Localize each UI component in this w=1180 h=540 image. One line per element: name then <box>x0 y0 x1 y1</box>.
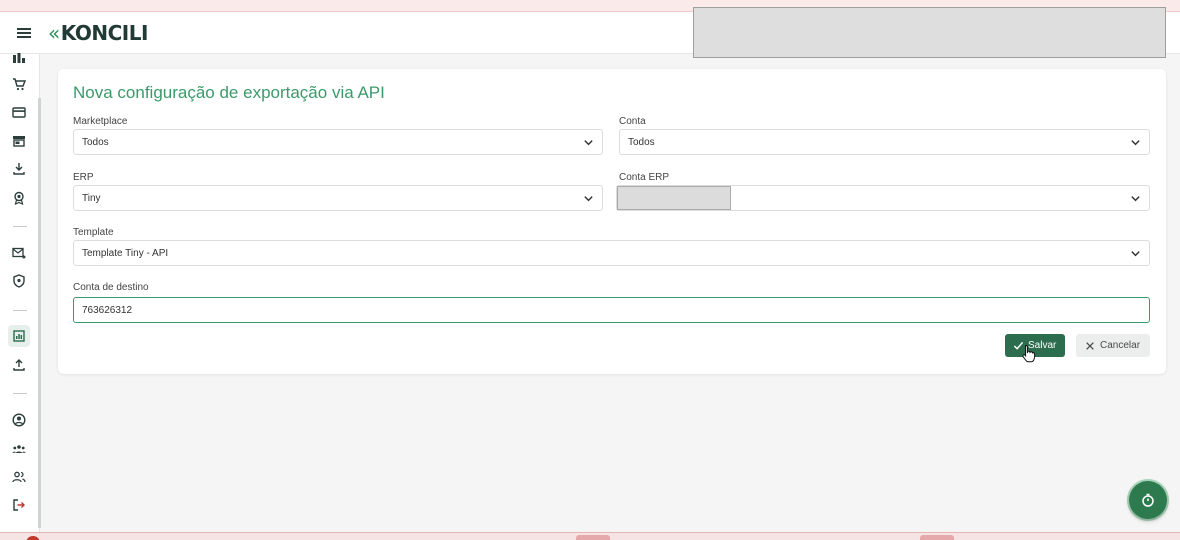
sidebar <box>0 53 41 532</box>
sidebar-divider <box>13 310 27 311</box>
chevron-down-icon <box>1131 140 1140 146</box>
conta-destino-value: 763626312 <box>82 305 133 316</box>
browser-bottom-strip <box>0 532 1180 540</box>
app-header: «KONCILI <box>0 7 1180 58</box>
marketplace-select[interactable]: Todos <box>73 129 603 155</box>
conta-destino-input[interactable]: 763626312 <box>73 297 1150 323</box>
cancel-button[interactable]: Cancelar <box>1076 334 1150 357</box>
erp-select[interactable]: Tiny <box>73 185 603 211</box>
hand-cursor-icon <box>1022 344 1036 363</box>
cart-icon[interactable] <box>11 76 27 92</box>
sidebar-divider <box>13 226 27 227</box>
download-icon[interactable] <box>11 161 27 177</box>
redacted-area <box>693 7 1166 58</box>
stopwatch-icon <box>1142 493 1154 507</box>
logo-text: KONCILI <box>60 21 149 45</box>
bar-chart-icon[interactable] <box>11 50 27 66</box>
erp-value: Tiny <box>82 193 101 204</box>
cancel-label: Cancelar <box>1100 340 1141 351</box>
award-icon[interactable] <box>11 190 27 206</box>
timer-fab-button[interactable] <box>1129 481 1167 519</box>
logo-chevrons: « <box>48 21 60 45</box>
template-select[interactable]: Template Tiny - API <box>73 240 1150 266</box>
user-circle-icon[interactable] <box>11 412 27 428</box>
chevron-down-icon <box>1131 251 1140 257</box>
conta-value: Todos <box>628 137 655 148</box>
chevron-down-icon <box>1131 196 1140 202</box>
group-icon[interactable] <box>11 441 27 457</box>
taskbar-item <box>920 535 954 540</box>
template-label: Template <box>73 227 114 238</box>
shield-icon[interactable] <box>11 273 27 289</box>
credit-card-icon[interactable] <box>11 104 27 120</box>
close-icon <box>1086 341 1094 350</box>
template-value: Template Tiny - API <box>82 248 169 259</box>
marketplace-value: Todos <box>82 137 109 148</box>
conta-erp-label: Conta ERP <box>619 172 670 183</box>
sidebar-divider <box>13 393 27 394</box>
taskbar-icon <box>26 536 40 540</box>
export-config-card: Nova configuração de exportação via API … <box>58 69 1166 374</box>
report-icon[interactable] <box>8 325 30 347</box>
conta-destino-label: Conta de destino <box>73 282 149 293</box>
conta-erp-select[interactable] <box>616 185 1150 211</box>
logout-icon[interactable] <box>11 497 27 513</box>
store-icon[interactable] <box>11 133 27 149</box>
chevron-down-icon <box>584 140 593 146</box>
mail-forward-icon[interactable] <box>11 245 27 261</box>
users-icon[interactable] <box>11 469 27 485</box>
taskbar-item <box>576 535 610 540</box>
erp-label: ERP <box>73 172 94 183</box>
menu-icon[interactable] <box>17 28 31 38</box>
page-title: Nova configuração de exportação via API <box>73 83 385 102</box>
chevron-down-icon <box>584 196 593 202</box>
app-logo[interactable]: «KONCILI <box>48 21 148 45</box>
conta-select[interactable]: Todos <box>619 129 1150 155</box>
marketplace-label: Marketplace <box>73 116 128 127</box>
sidebar-scrollbar[interactable] <box>38 98 41 528</box>
redacted-conta-erp <box>617 186 731 210</box>
conta-label: Conta <box>619 116 646 127</box>
upload-icon[interactable] <box>11 357 27 373</box>
